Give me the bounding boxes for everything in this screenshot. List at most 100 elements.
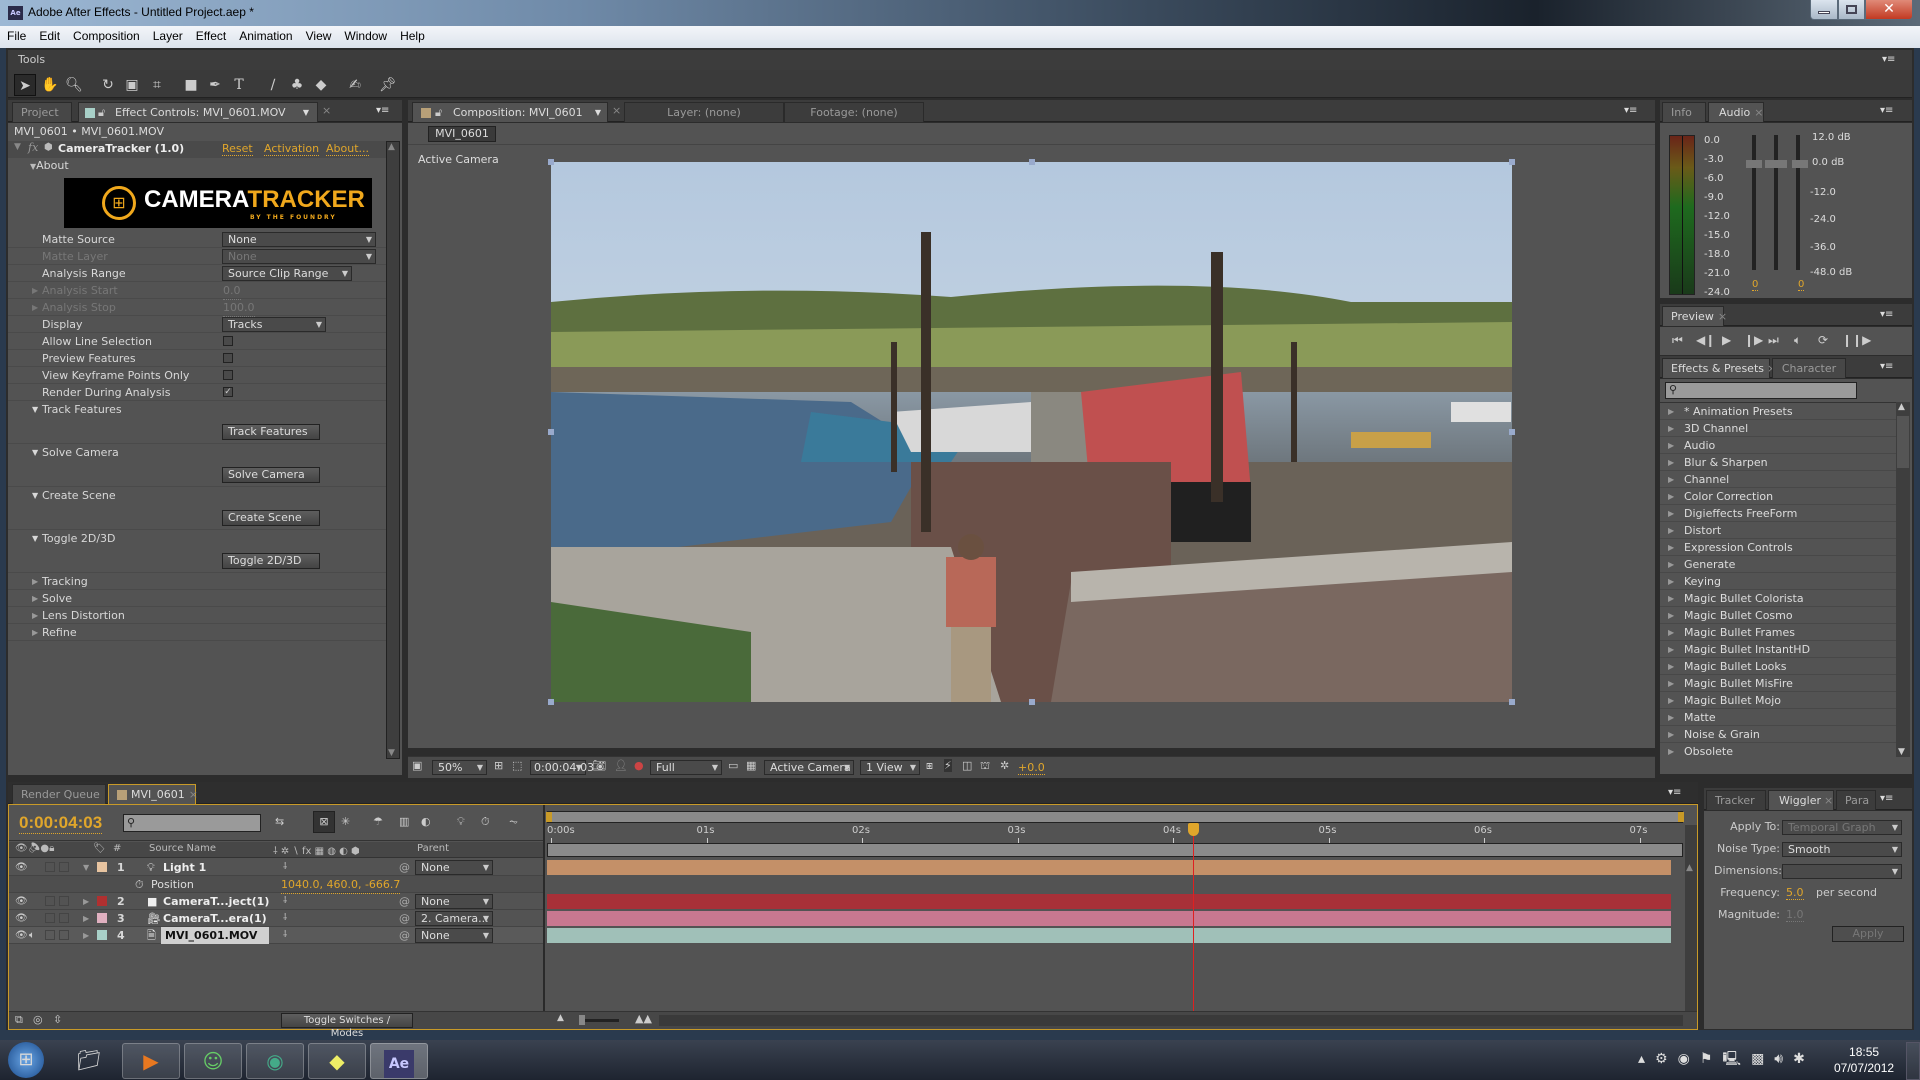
expand-arrow-icon[interactable]: ▼ bbox=[32, 487, 38, 504]
snapshot-icon[interactable]: 📷︎ bbox=[592, 759, 606, 772]
chevron-down-icon[interactable]: ▼ bbox=[595, 103, 601, 123]
effect-category-item[interactable]: Obsolete bbox=[1660, 743, 1896, 757]
parent-dropdown[interactable]: None bbox=[415, 860, 493, 875]
layer-switches-icon[interactable]: ⧉ bbox=[15, 1013, 23, 1027]
layer-duration-bar[interactable] bbox=[547, 928, 1671, 943]
group-refine[interactable]: ▶ Refine bbox=[8, 624, 388, 641]
show-snapshot-icon[interactable]: 👤︎ bbox=[614, 759, 628, 772]
layer-row[interactable]: 👁︎ ▼ 1 💡︎ Light 1 ⸸ @ None bbox=[9, 859, 543, 876]
panel-menu-icon[interactable]: ▾≡ bbox=[1624, 106, 1638, 116]
effect-category-item[interactable]: 3D Channel bbox=[1660, 420, 1896, 437]
exposure-value[interactable]: +0.0 bbox=[1018, 761, 1045, 775]
close-tab-icon[interactable]: × bbox=[612, 104, 621, 117]
preview-features-checkbox[interactable] bbox=[223, 353, 233, 363]
panel-menu-icon[interactable]: ▾≡ bbox=[376, 106, 390, 116]
menu-animation[interactable]: Animation bbox=[232, 26, 298, 43]
pick-whip-icon[interactable]: @ bbox=[399, 910, 410, 927]
track-features-button[interactable]: Track Features bbox=[222, 424, 320, 440]
menu-window[interactable]: Window bbox=[337, 26, 393, 43]
playhead-handle[interactable] bbox=[1188, 823, 1200, 836]
layer-row[interactable]: 👁︎ ▶ 2 ■ CameraT...ject(1) ⸸ @ None bbox=[9, 893, 543, 910]
panel-menu-icon[interactable]: ▾≡ bbox=[1880, 794, 1894, 804]
show-desktop-button[interactable] bbox=[1906, 1042, 1920, 1080]
tab-wiggler[interactable]: Wiggler × bbox=[1768, 790, 1834, 810]
position-value[interactable]: 1040.0, 460.0, -666.7 bbox=[281, 876, 401, 894]
timeline-horizontal-scrollbar[interactable] bbox=[659, 1015, 1683, 1026]
volume-icon[interactable]: 🔊︎ bbox=[1774, 1051, 1793, 1067]
expand-arrow-icon[interactable]: ▼ bbox=[32, 401, 38, 418]
always-preview-icon[interactable]: ▣ bbox=[412, 759, 422, 772]
effect-controls-scrollbar[interactable]: ▲ ▼ bbox=[386, 141, 400, 759]
pick-whip-icon[interactable]: @ bbox=[399, 859, 410, 876]
timeline-icon[interactable]: ◫ bbox=[962, 759, 972, 772]
display-dropdown[interactable]: Tracks bbox=[222, 317, 326, 332]
group-lens-distortion[interactable]: ▶ Lens Distortion bbox=[8, 607, 388, 624]
tab-layer[interactable]: Layer: (none) bbox=[624, 102, 784, 122]
layer-handle[interactable] bbox=[1029, 159, 1035, 165]
effect-category-item[interactable]: Magic Bullet Colorista bbox=[1660, 590, 1896, 607]
frame-blending-icon[interactable]: ▥ bbox=[399, 815, 409, 828]
tab-info[interactable]: Info bbox=[1662, 102, 1706, 122]
draft-3d-icon[interactable]: ✳ bbox=[341, 815, 350, 828]
audio-icon[interactable]: 🔈︎ bbox=[29, 927, 35, 944]
last-frame-icon[interactable]: ⏭ bbox=[1768, 333, 1779, 348]
next-frame-icon[interactable]: ❙▶ bbox=[1744, 333, 1763, 347]
effect-category-item[interactable]: Keying bbox=[1660, 573, 1896, 590]
time-ruler[interactable]: 0:00s 01s 02s 03s 04s 05s 06s 07s bbox=[547, 823, 1683, 843]
taskbar-media-player-icon[interactable]: ▶ bbox=[122, 1043, 180, 1079]
region-of-interest-icon[interactable]: ▭ bbox=[728, 759, 738, 772]
layer-duration-bar[interactable] bbox=[547, 911, 1671, 926]
in-out-stretch-icon[interactable]: ⇳ bbox=[53, 1013, 62, 1026]
hide-shy-layers-icon[interactable]: ☂ bbox=[373, 815, 383, 828]
menu-help[interactable]: Help bbox=[393, 26, 431, 43]
group-solve[interactable]: ▶ Solve bbox=[8, 590, 388, 607]
view-layout-dropdown[interactable]: 1 View bbox=[860, 760, 920, 775]
tab-preview[interactable]: Preview × bbox=[1662, 306, 1727, 326]
zoom-out-icon[interactable]: ▲ bbox=[557, 1013, 564, 1023]
about-link[interactable]: About... bbox=[326, 142, 370, 156]
timeline-vertical-scrollbar[interactable]: ▲ ▼ bbox=[1685, 825, 1697, 1025]
expand-arrow-icon[interactable]: ▶ bbox=[83, 910, 89, 927]
taskbar-sticky-notes-icon[interactable]: ◆ bbox=[308, 1043, 366, 1079]
tab-render-queue[interactable]: Render Queue bbox=[12, 784, 106, 804]
lock-switch[interactable] bbox=[59, 896, 69, 906]
menu-file[interactable]: File bbox=[0, 26, 32, 43]
expand-arrow-icon[interactable]: ▶ bbox=[83, 893, 89, 910]
solo-switch[interactable] bbox=[45, 930, 55, 940]
network-connection-icon[interactable]: 🖳︎ bbox=[1722, 1051, 1751, 1067]
lock-icon[interactable]: 🔓︎ bbox=[435, 103, 442, 123]
tab-project[interactable]: Project bbox=[12, 102, 72, 122]
expand-arrow-icon[interactable]: ▼ bbox=[83, 859, 89, 876]
effect-category-item[interactable]: * Animation Presets bbox=[1660, 403, 1896, 420]
layer-handle[interactable] bbox=[1509, 429, 1515, 435]
taskbar-chrome-icon[interactable]: ◉ bbox=[246, 1043, 304, 1079]
column-parent[interactable]: Parent bbox=[417, 843, 449, 854]
stopwatch-icon[interactable]: ⏱ bbox=[135, 876, 144, 893]
close-tab-icon[interactable]: × bbox=[1824, 794, 1833, 807]
zoom-tool-icon[interactable]: 🔍︎ bbox=[63, 74, 85, 96]
solve-camera-button[interactable]: Solve Camera bbox=[222, 467, 320, 483]
tab-audio[interactable]: Audio × bbox=[1708, 102, 1764, 122]
panel-menu-icon[interactable]: ▾≡ bbox=[1880, 310, 1894, 320]
live-update-icon[interactable]: ⊠ bbox=[313, 811, 335, 833]
effect-category-item[interactable]: Generate bbox=[1660, 556, 1896, 573]
rectangle-tool-icon[interactable]: ■ bbox=[180, 74, 202, 96]
effect-category-item[interactable]: Matte bbox=[1660, 709, 1896, 726]
layer-handle[interactable] bbox=[548, 429, 554, 435]
rotation-tool-icon[interactable]: ↻ bbox=[97, 74, 119, 96]
layer-handle[interactable] bbox=[1509, 699, 1515, 705]
play-icon[interactable]: ▶ bbox=[1722, 333, 1731, 347]
comp-mini-flowchart-icon[interactable]: ⇆ bbox=[275, 815, 284, 828]
tab-effects-presets[interactable]: Effects & Presets× bbox=[1662, 358, 1776, 378]
tab-paragraph[interactable]: Para bbox=[1836, 790, 1876, 810]
layer-row[interactable]: 👁︎ ▶ 3 🎥︎ CameraT...era(1) ⸸ @2. Camera... bbox=[9, 910, 543, 927]
layer-handle[interactable] bbox=[548, 159, 554, 165]
color-channels-icon[interactable]: ● bbox=[634, 759, 644, 772]
layer-duration-bar[interactable] bbox=[547, 860, 1671, 875]
eraser-tool-icon[interactable]: ◆ bbox=[310, 74, 332, 96]
tab-composition[interactable]: 🔓︎ Composition: MVI_0601 ▼ bbox=[412, 102, 608, 122]
label-color-swatch[interactable] bbox=[97, 930, 107, 940]
first-frame-icon[interactable]: ⏮ bbox=[1672, 333, 1683, 348]
show-hidden-icons[interactable]: ▴ bbox=[1638, 1051, 1655, 1067]
pick-whip-icon[interactable]: @ bbox=[399, 893, 410, 910]
